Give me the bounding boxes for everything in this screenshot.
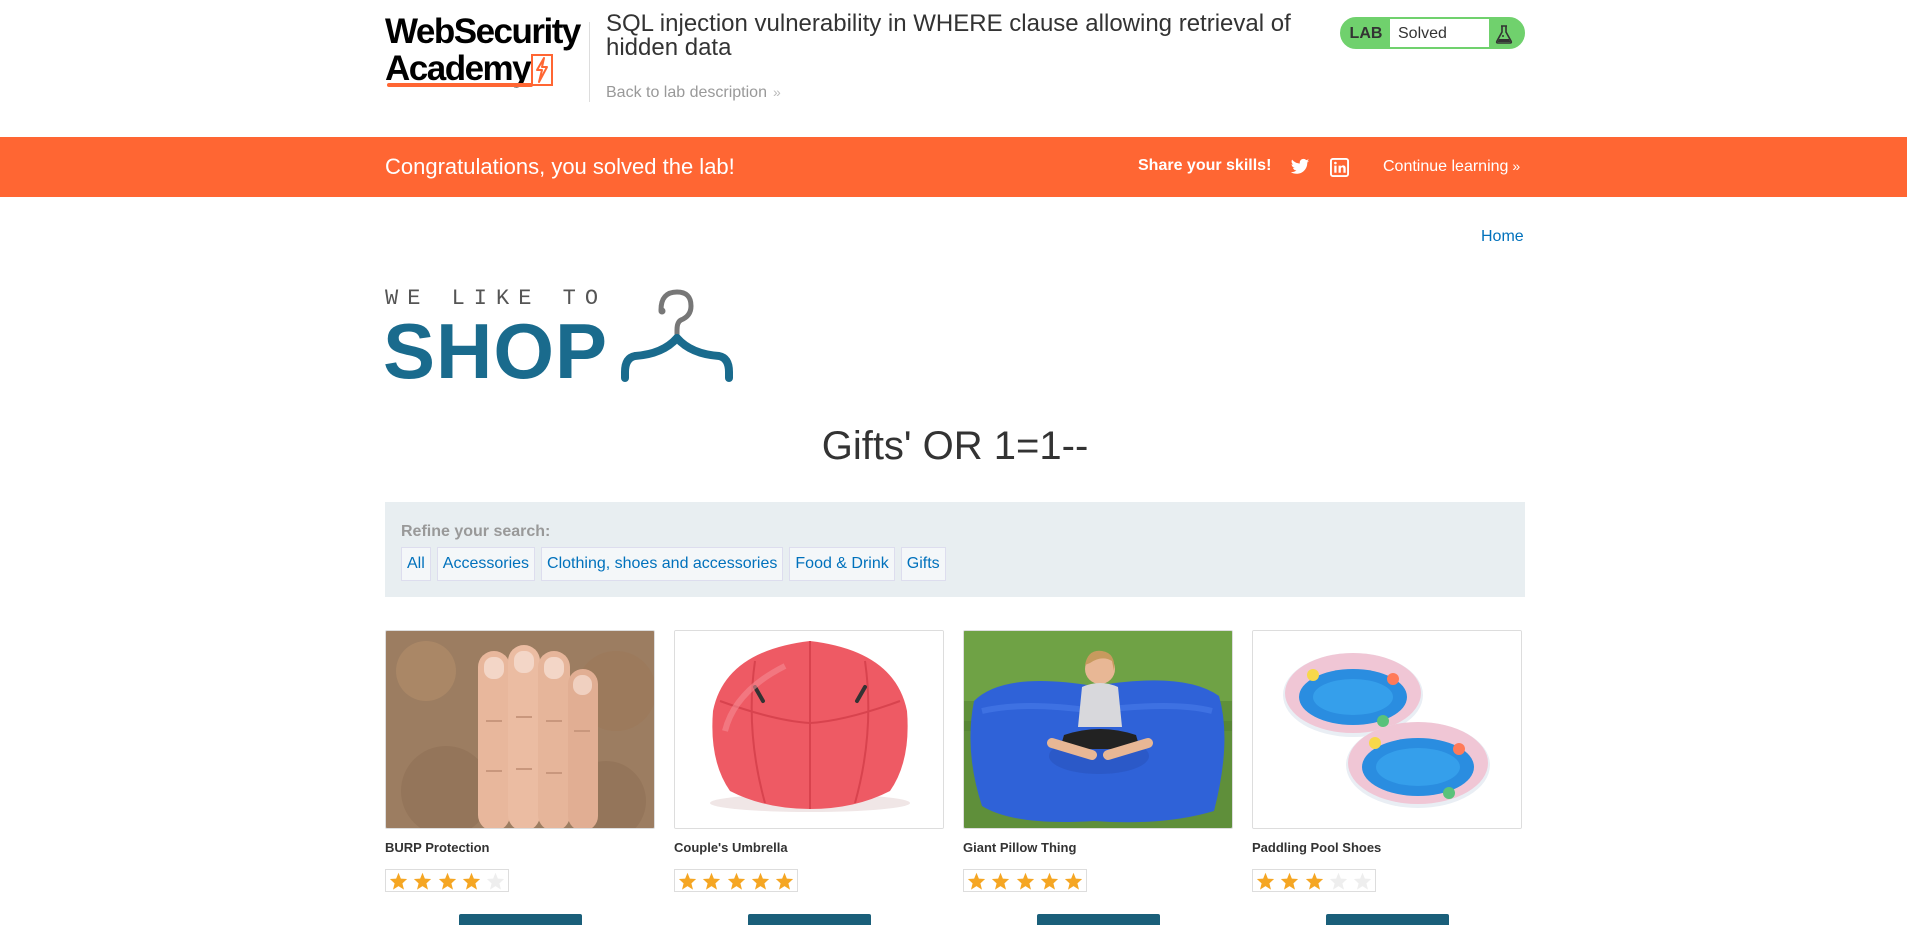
blue-bean-bag-image [964, 631, 1232, 828]
star-filled-icon [1253, 870, 1277, 891]
product-rating [674, 869, 798, 892]
logo-underline [387, 83, 533, 87]
academy-header: WebSecurity Academy SQL injection vulner… [0, 0, 1907, 137]
bolt-icon [531, 54, 553, 86]
filter-clothing[interactable]: Clothing, shoes and accessories [541, 547, 784, 581]
lab-title: SQL injection vulnerability in WHERE cla… [606, 10, 1291, 61]
star-filled-icon [748, 870, 772, 891]
hanger-icon [621, 289, 733, 382]
star-filled-icon [410, 870, 434, 891]
filter-all[interactable]: All [401, 547, 431, 581]
shop-logo-word: SHOP [383, 307, 609, 395]
double-chevron-right-icon: » [772, 84, 781, 100]
web-security-academy-logo[interactable]: WebSecurity Academy [385, 14, 585, 90]
product-name: Couple's Umbrella [674, 840, 788, 855]
refine-search-panel: Refine your search: All Accessories Clot… [385, 502, 1525, 597]
category-filter-list: All Accessories Clothing, shoes and acce… [401, 547, 946, 581]
filter-accessories[interactable]: Accessories [436, 547, 536, 581]
star-filled-icon [988, 870, 1012, 891]
product-rating [963, 869, 1087, 892]
product-card: Couple's Umbrella [674, 630, 944, 925]
star-filled-icon [675, 870, 699, 891]
star-empty-icon [484, 870, 508, 891]
star-filled-icon [1013, 870, 1037, 891]
refine-search-label: Refine your search: [401, 523, 551, 540]
back-link-label: Back to lab description [606, 84, 767, 101]
star-filled-icon [459, 870, 483, 891]
double-chevron-right-icon: » [1512, 158, 1521, 174]
lab-status-label: LAB [1349, 25, 1383, 42]
view-details-button[interactable] [747, 914, 871, 925]
product-name: Giant Pillow Thing [963, 840, 1077, 855]
paddling-pools-image [1253, 631, 1521, 828]
star-filled-icon [1277, 870, 1301, 891]
product-card: Paddling Pool Shoes [1252, 630, 1522, 925]
product-name: Paddling Pool Shoes [1252, 840, 1382, 855]
solved-banner: Congratulations, you solved the lab! Sha… [0, 137, 1907, 197]
star-filled-icon [773, 870, 797, 891]
view-details-button[interactable] [458, 914, 582, 925]
product-image[interactable] [674, 630, 944, 829]
product-rating [1252, 869, 1376, 892]
share-skills-label: Share your skills! [1138, 157, 1272, 174]
page: WebSecurity Academy SQL injection vulner… [0, 0, 1907, 925]
linkedin-icon[interactable] [1330, 158, 1349, 177]
congratulations-message: Congratulations, you solved the lab! [385, 154, 735, 179]
continue-learning-label: Continue learning [1383, 158, 1509, 175]
twitter-icon[interactable] [1290, 158, 1310, 176]
filter-gifts[interactable]: Gifts [900, 547, 946, 581]
view-details-button[interactable] [1325, 914, 1449, 925]
star-filled-icon [964, 870, 988, 891]
lab-status-badge: LAB Solved [1340, 17, 1525, 49]
bearded-face-hand-image [386, 631, 654, 828]
product-card: Giant Pillow Thing [963, 630, 1233, 925]
star-filled-icon [1037, 870, 1061, 891]
shop-logo: WE LIKE TO SHOP [383, 286, 745, 390]
star-filled-icon [724, 870, 748, 891]
filter-food-drink[interactable]: Food & Drink [789, 547, 895, 581]
star-filled-icon [1302, 870, 1326, 891]
star-filled-icon [1062, 870, 1086, 891]
star-empty-icon [1326, 870, 1350, 891]
home-link[interactable]: Home [1481, 228, 1524, 246]
red-umbrella-image [675, 631, 943, 828]
header-divider [589, 22, 590, 102]
product-rating [385, 869, 509, 892]
logo-line1: WebSecurity [385, 12, 581, 51]
star-filled-icon [435, 870, 459, 891]
star-filled-icon [386, 870, 410, 891]
product-name: BURP Protection [385, 840, 490, 855]
continue-learning-link[interactable]: Continue learning» [1383, 158, 1520, 176]
back-to-lab-description-link[interactable]: Back to lab description » [606, 84, 781, 102]
product-card: BURP Protection [385, 630, 655, 925]
flask-icon [1495, 25, 1513, 44]
logo-line2: Academy [385, 49, 532, 88]
star-filled-icon [699, 870, 723, 891]
product-image[interactable] [1252, 630, 1522, 829]
search-results-title: Gifts' OR 1=1-- [821, 424, 1089, 468]
lab-status-value: Solved [1390, 19, 1489, 47]
star-empty-icon [1351, 870, 1375, 891]
view-details-button[interactable] [1036, 914, 1160, 925]
product-image[interactable] [963, 630, 1233, 829]
product-image[interactable] [385, 630, 655, 829]
